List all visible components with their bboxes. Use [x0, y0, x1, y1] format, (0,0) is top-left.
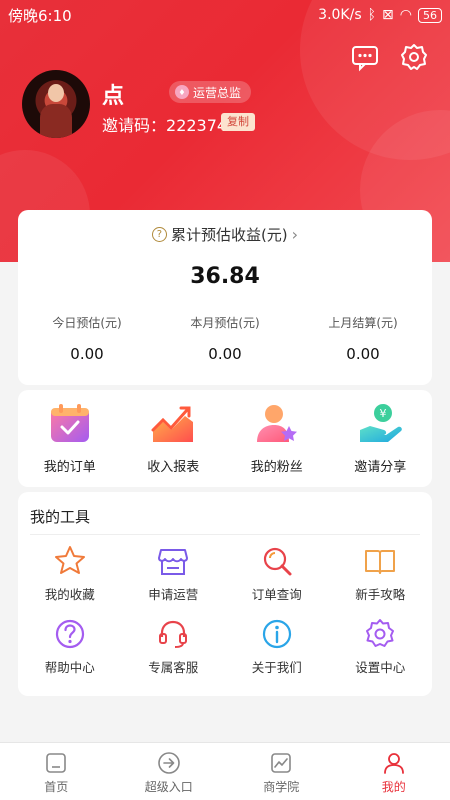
- stat-today: 今日预估(元) 0.00: [18, 314, 156, 363]
- tool-label: 新手攻略: [355, 587, 406, 602]
- shortcut-label: 邀请分享: [354, 460, 407, 475]
- user-star-icon: [253, 400, 301, 448]
- stat-label: 今日预估(元): [52, 316, 122, 330]
- shortcut-label: 收入报表: [147, 460, 200, 475]
- gear-icon: [366, 619, 395, 647]
- stat-value: 0.00: [346, 345, 380, 363]
- copy-button[interactable]: 复制: [221, 113, 255, 131]
- enter-icon: [157, 752, 180, 774]
- shortcut-my-orders[interactable]: 我的订单: [18, 390, 122, 487]
- shortcut-label: 我的订单: [43, 460, 96, 475]
- tool-label: 设置中心: [355, 660, 406, 675]
- settings-gear-icon[interactable]: [399, 42, 429, 72]
- earnings-title: 累计预估收益(元): [170, 226, 288, 244]
- message-icon[interactable]: [350, 42, 380, 72]
- shortcut-invite-share[interactable]: ¥ 邀请分享: [329, 390, 433, 487]
- shortcut-label: 我的粉丝: [250, 460, 303, 475]
- invite-label: 邀请码：: [102, 116, 167, 135]
- stat-last-month: 上月结算(元) 0.00: [294, 314, 432, 363]
- tool-label: 关于我们: [251, 660, 302, 675]
- tool-beginner-guide[interactable]: 新手攻略: [329, 544, 433, 603]
- tab-home[interactable]: 首页: [0, 743, 113, 800]
- stat-value: 0.00: [70, 345, 104, 363]
- tool-settings-center[interactable]: 设置中心: [329, 617, 433, 676]
- status-bar: 傍晚6:10 3.0K/s ᛒ ⊠ ◠ 56: [0, 0, 450, 30]
- store-icon: [158, 549, 189, 575]
- tab-label: 超级入口: [144, 780, 193, 794]
- shortcut-my-fans[interactable]: 我的粉丝: [225, 390, 329, 487]
- tool-favorites[interactable]: 我的收藏: [18, 544, 122, 603]
- earnings-total: 36.84: [190, 264, 260, 289]
- hand-coin-icon: ¥: [356, 400, 404, 448]
- invite-code-row: 邀请码：222374: [102, 112, 227, 136]
- user-name: 点: [102, 84, 125, 109]
- battery-indicator: 56: [418, 7, 442, 23]
- earnings-card: ? 累计预估收益(元) › 36.84 今日预估(元) 0.00 本月预估(元)…: [18, 210, 432, 385]
- tool-order-query[interactable]: 订单查询: [225, 544, 329, 603]
- sim-icon: ⊠: [382, 7, 394, 23]
- user-icon: [383, 753, 404, 774]
- tool-label: 专属客服: [148, 660, 199, 675]
- avatar[interactable]: [22, 70, 90, 138]
- chevron-right-icon: ›: [291, 225, 299, 244]
- calendar-check-icon: [46, 400, 94, 448]
- tools-card: 我的工具 我的收藏 申请运营 订单查询 新手攻略 帮助中心 专属客服 关于我们 …: [18, 492, 432, 696]
- bluetooth-icon: ᛒ: [367, 7, 377, 23]
- bottom-tab-bar: 首页 超级入口 商学院 我的: [0, 742, 450, 800]
- stat-month: 本月预估(元) 0.00: [156, 314, 294, 363]
- divider: [30, 534, 420, 535]
- tab-label: 我的: [381, 780, 406, 794]
- shortcut-card: 我的订单 收入报表 我的粉丝 ¥ 邀请分享: [18, 390, 432, 487]
- invite-code: 222374: [166, 116, 228, 135]
- home-icon: [46, 753, 67, 773]
- earnings-title-link[interactable]: ? 累计预估收益(元) ›: [18, 224, 432, 245]
- role-badge: ♦ 运营总监: [169, 81, 252, 103]
- chart-up-icon: [149, 400, 197, 448]
- tab-mine[interactable]: 我的: [338, 743, 450, 800]
- tab-super-entry[interactable]: 超级入口: [113, 743, 226, 800]
- tool-label: 申请运营: [148, 587, 199, 602]
- tool-label: 我的收藏: [44, 587, 95, 602]
- tool-label: 订单查询: [251, 587, 302, 602]
- network-speed: 3.0K/s: [318, 7, 362, 23]
- badge-icon: ♦: [175, 85, 189, 99]
- tab-label: 首页: [44, 780, 69, 794]
- stat-label: 本月预估(元): [190, 316, 260, 330]
- headset-icon: [159, 620, 188, 648]
- search-icon: [263, 547, 292, 576]
- role-label: 运营总监: [193, 85, 242, 100]
- svg-text:¥: ¥: [380, 407, 387, 420]
- tool-label: 帮助中心: [44, 660, 95, 675]
- tab-business-school[interactable]: 商学院: [225, 743, 338, 800]
- stat-value: 0.00: [208, 345, 242, 363]
- tools-title: 我的工具: [30, 508, 91, 526]
- tool-help-center[interactable]: 帮助中心: [18, 617, 122, 676]
- stat-label: 上月结算(元): [328, 316, 398, 330]
- trend-icon: [271, 753, 292, 773]
- tool-apply-operation[interactable]: 申请运营: [122, 544, 226, 603]
- question-icon: [55, 619, 84, 649]
- star-icon: [54, 546, 85, 574]
- status-time: 傍晚6:10: [8, 6, 72, 25]
- wifi-icon: ◠: [399, 7, 412, 23]
- tab-label: 商学院: [263, 780, 300, 794]
- book-icon: [365, 550, 396, 574]
- question-circle-icon: ?: [151, 227, 167, 242]
- shortcut-income-report[interactable]: 收入报表: [122, 390, 226, 487]
- info-icon: [262, 619, 291, 649]
- tool-about-us[interactable]: 关于我们: [225, 617, 329, 676]
- tool-customer-service[interactable]: 专属客服: [122, 617, 226, 676]
